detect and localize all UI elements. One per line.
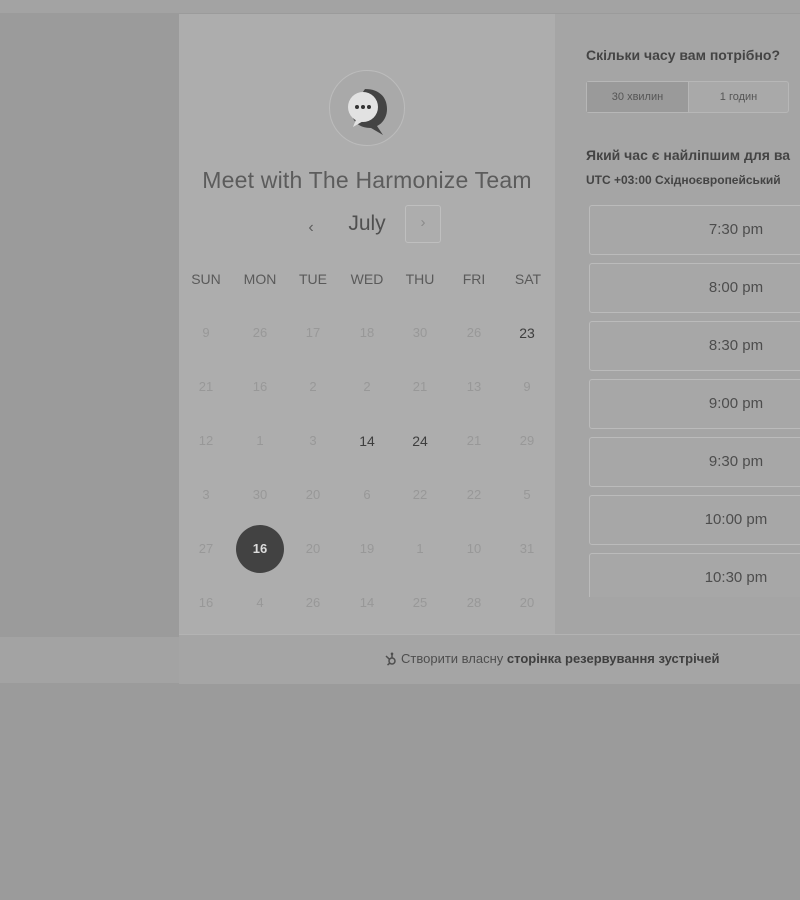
calendar-day-selected[interactable]: 16 xyxy=(236,525,284,573)
calendar-day: 21 xyxy=(198,379,214,394)
calendar-day: 26 xyxy=(252,325,268,340)
weekday-label: MON xyxy=(243,271,277,287)
calendar-day: 1 xyxy=(416,541,424,556)
chat-bubble-icon xyxy=(348,89,387,135)
calendar-day: 22 xyxy=(466,487,482,502)
time-question: Який час є найліпшим для ва xyxy=(586,147,791,163)
weekday-label: SAT xyxy=(514,271,542,287)
time-slot-button[interactable]: 8:30 pm xyxy=(589,321,800,371)
calendar-day: 19 xyxy=(359,541,375,556)
time-slot-label: 9:00 pm xyxy=(708,395,764,412)
footer-prefix: Створити власну xyxy=(401,651,504,666)
calendar-day: 21 xyxy=(412,379,428,394)
calendar-day: 9 xyxy=(202,325,210,340)
top-band xyxy=(0,0,800,13)
time-panel: Скільки часу вам потрібно? 30 хвилин 1 г… xyxy=(555,14,800,634)
calendar-day[interactable]: 24 xyxy=(396,417,444,465)
weekday-label: WED xyxy=(350,271,384,287)
duration-toggle: 30 хвилин 1 годин xyxy=(586,81,789,113)
month-label: July xyxy=(348,212,386,235)
calendar-day: 18 xyxy=(359,325,375,340)
chevron-left-icon: ‹ xyxy=(308,219,314,236)
hubspot-sprocket-icon xyxy=(385,652,396,666)
footer-link[interactable]: сторінка резервування зустрічей xyxy=(507,651,720,666)
time-slot-button[interactable]: 9:00 pm xyxy=(589,379,800,429)
time-slot-button[interactable]: 10:30 pm xyxy=(589,553,800,597)
calendar-day: 16 xyxy=(252,379,268,394)
time-slot-label: 10:00 pm xyxy=(704,511,768,528)
next-month-button[interactable]: › xyxy=(405,205,441,243)
time-slot-label: 10:30 pm xyxy=(704,569,768,586)
calendar-day[interactable]: 23 xyxy=(503,309,551,357)
footer: Створити власну сторінка резервування зу… xyxy=(179,634,800,684)
calendar-day: 5 xyxy=(523,487,531,502)
calendar-panel: Meet with The Harmonize Team ‹ July › SU… xyxy=(179,14,555,634)
calendar-day: 25 xyxy=(412,595,428,610)
time-slot-button[interactable]: 8:00 pm xyxy=(589,263,800,313)
calendar-day: 26 xyxy=(305,595,321,610)
calendar-day: 28 xyxy=(466,595,482,610)
time-slot-list[interactable]: 7:30 pm 8:00 pm 8:30 pm 9:00 pm 9:30 pm 10:00… xyxy=(589,205,800,597)
weekday-label: TUE xyxy=(299,271,327,287)
calendar-day: 17 xyxy=(305,325,321,340)
duration-question: Скільки часу вам потрібно? xyxy=(586,47,781,63)
calendar-day[interactable]: 14 xyxy=(343,417,391,465)
calendar-day: 20 xyxy=(305,541,321,556)
calendar-day: 9 xyxy=(523,379,531,394)
calendar-day: 1 xyxy=(256,433,264,448)
time-slot-label: 9:30 pm xyxy=(708,453,764,470)
calendar-day: 20 xyxy=(305,487,321,502)
calendar-day: 29 xyxy=(519,433,535,448)
calendar-day: 30 xyxy=(252,487,268,502)
calendar-day: 16 xyxy=(198,595,214,610)
weekday-label: FRI xyxy=(462,271,486,287)
calendar-day: 3 xyxy=(309,433,317,448)
calendar-day: 31 xyxy=(519,541,535,556)
calendar-day: 3 xyxy=(202,487,210,502)
avatar xyxy=(329,70,405,146)
weekday-label: THU xyxy=(405,271,435,287)
calendar-day: 6 xyxy=(363,487,371,502)
time-slot-label: 8:30 pm xyxy=(708,337,764,354)
time-slot-button[interactable]: 7:30 pm xyxy=(589,205,800,255)
calendar-day: 26 xyxy=(466,325,482,340)
calendar-day: 22 xyxy=(412,487,428,502)
calendar-day: 20 xyxy=(519,595,535,610)
calendar-day: 12 xyxy=(198,433,214,448)
page-title: Meet with The Harmonize Team xyxy=(202,167,532,193)
calendar-day: 4 xyxy=(256,595,264,610)
calendar-day: 13 xyxy=(466,379,482,394)
duration-option-30[interactable]: 30 хвилин xyxy=(587,82,689,112)
prev-month-button[interactable]: ‹ xyxy=(299,216,323,240)
weekday-label: SUN xyxy=(191,271,221,287)
time-slot-label: 7:30 pm xyxy=(708,221,764,238)
calendar-day: 14 xyxy=(359,595,375,610)
calendar-day: 10 xyxy=(466,541,482,556)
duration-option-60[interactable]: 1 годин xyxy=(689,82,788,112)
chevron-right-icon: › xyxy=(420,214,426,231)
time-slot-button[interactable]: 9:30 pm xyxy=(589,437,800,487)
time-slot-label: 8:00 pm xyxy=(708,279,764,296)
calendar-day: 2 xyxy=(363,379,371,394)
calendar-day: 27 xyxy=(198,541,214,556)
time-slot-button[interactable]: 10:00 pm xyxy=(589,495,800,545)
timezone-label[interactable]: UTC +03:00 Східноєвропейський xyxy=(586,173,781,187)
calendar-day: 21 xyxy=(466,433,482,448)
calendar-day: 2 xyxy=(309,379,317,394)
calendar-day: 30 xyxy=(412,325,428,340)
